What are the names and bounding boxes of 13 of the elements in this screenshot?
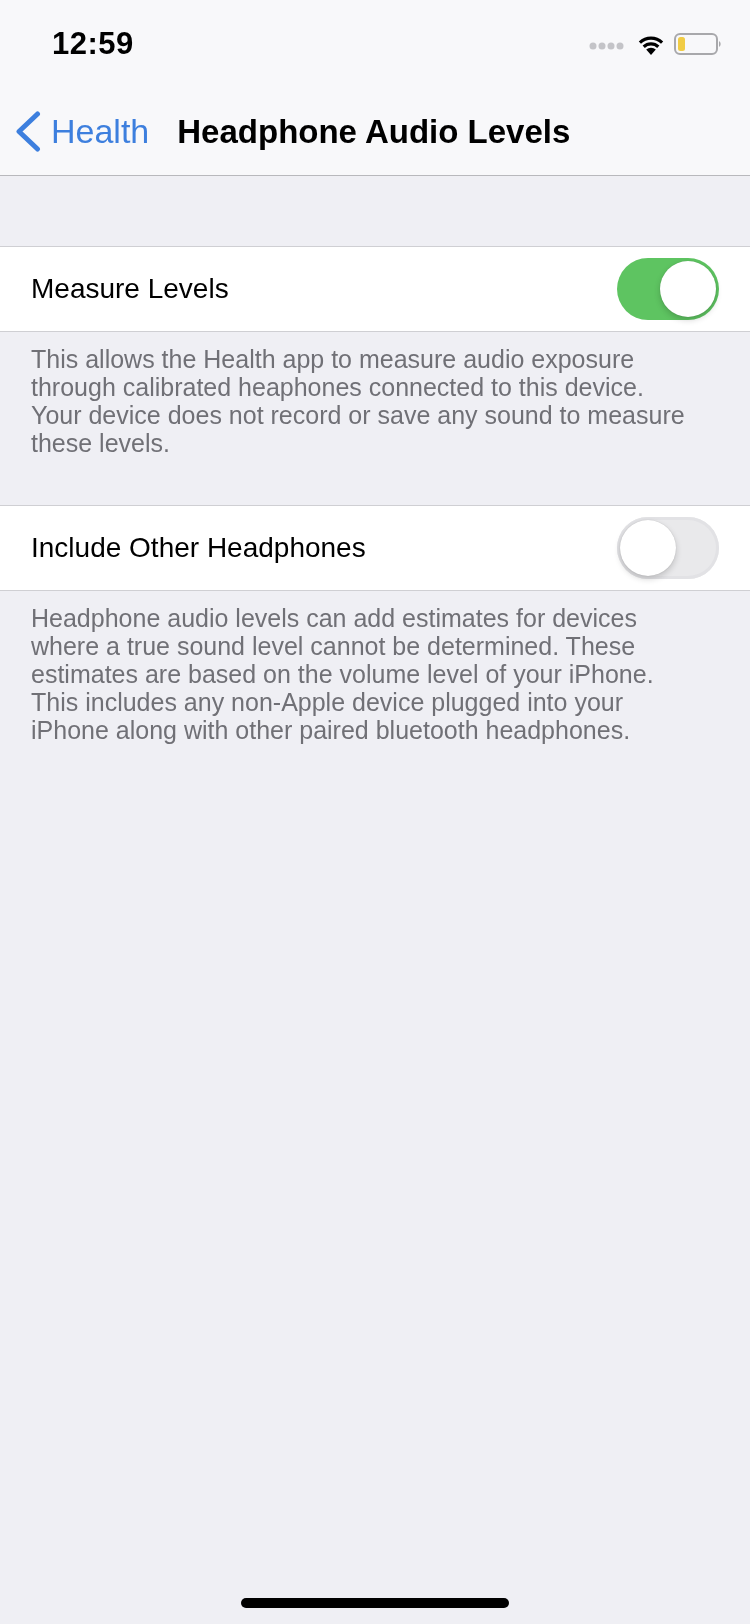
battery-icon (674, 33, 722, 55)
toggle-switch[interactable] (617, 517, 719, 579)
back-button[interactable]: Health (15, 111, 150, 152)
status-time: 12:59 (52, 26, 134, 62)
row-label: Measure Levels (31, 273, 229, 305)
wifi-icon (637, 33, 665, 55)
section-footer-text: This allows the Health app to measure audio exposure through calibrated heaphones connected to this device. Your device does not record or save any sound to measure these levels. (30, 344, 686, 459)
toggle-switch[interactable] (617, 258, 719, 320)
section-footer-text: Headphone audio levels can add estimates for devices where a true sound level cannot be determined. These estimates are based on the volume level of your iPhone. This includes any non-Apple device plugged into your iPhone along with other paired bluetooth headphones. (30, 603, 655, 746)
chevron-left-icon (15, 111, 41, 152)
signal-icon (589, 42, 624, 50)
row-label: Include Other Headphones (31, 532, 366, 564)
screen-title: Headphone Audio Levels (177, 112, 571, 151)
